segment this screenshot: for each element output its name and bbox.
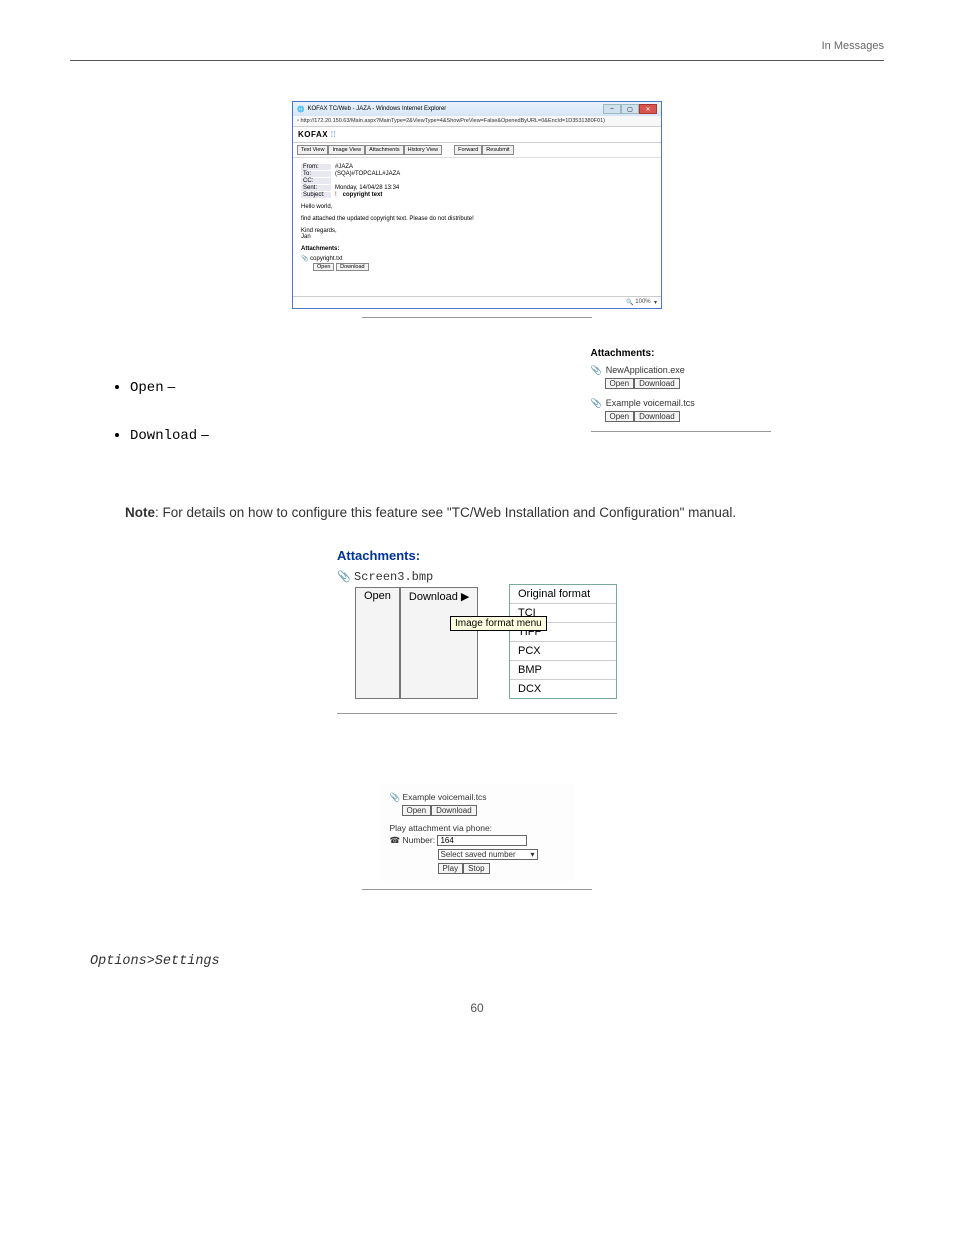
play-button[interactable]: Play: [438, 863, 464, 874]
resubmit-button[interactable]: Resubmit: [482, 145, 513, 155]
priority-icon: !: [335, 192, 337, 198]
download-button[interactable]: Download: [431, 805, 477, 816]
sent-label: Sent:: [301, 185, 331, 191]
tab-history-view[interactable]: History View: [404, 145, 442, 155]
status-bar: 🔍 100% ▾: [293, 296, 661, 308]
format-menu: Original format TCI Image format menu TI…: [509, 584, 617, 699]
settings-path-line: Options>Settings: [90, 950, 884, 972]
paperclip-icon: 📎: [591, 365, 602, 375]
open-button[interactable]: Open: [402, 805, 432, 816]
format-option-original[interactable]: Original format: [510, 585, 616, 604]
open-button[interactable]: Open: [313, 263, 334, 271]
message-line-4: Jan: [301, 234, 653, 240]
number-input[interactable]: [437, 835, 527, 846]
attachments-heading: Attachments:: [301, 246, 653, 252]
forward-button[interactable]: Forward: [454, 145, 482, 155]
download-button[interactable]: Download: [336, 263, 368, 271]
header-section: In Messages: [822, 40, 884, 52]
tab-image-view[interactable]: Image View: [328, 145, 365, 155]
message-line-2: find attached the updated copyright text…: [301, 216, 653, 222]
attachment-exe-name: NewApplication.exe: [606, 365, 685, 375]
list-item-open: Open –: [130, 378, 477, 396]
zoom-icon: 🔍: [626, 299, 633, 306]
download-button[interactable]: Download: [634, 411, 680, 422]
tab-attachments[interactable]: Attachments: [365, 145, 404, 155]
open-button[interactable]: Open: [355, 587, 400, 699]
ie-icon: 🌐: [297, 106, 304, 113]
cc-label: CC:: [301, 178, 331, 184]
page-icon: ▫: [297, 118, 299, 124]
settings-path: Options>Settings: [90, 954, 220, 969]
attachments-heading-3: Attachments:: [337, 548, 617, 563]
subject-value: copyright text: [343, 192, 383, 198]
window-title: KOFAX TC/Web - JAZA - Windows Internet E…: [307, 106, 446, 112]
note-label: Note: [125, 505, 155, 520]
message-line-1: Hello world,: [301, 204, 653, 210]
attachment-tcs-name: Example voicemail.tcs: [606, 398, 695, 408]
voicemail-panel: 📎 Example voicemail.tcs OpenDownload Pla…: [380, 784, 575, 881]
tab-text-view[interactable]: Text View: [297, 145, 328, 155]
format-option-pcx[interactable]: PCX: [510, 642, 616, 661]
from-label: From:: [301, 164, 331, 170]
note-body: : For details on how to configure this f…: [155, 505, 736, 520]
open-button[interactable]: Open: [605, 378, 635, 389]
stop-button[interactable]: Stop: [463, 863, 489, 874]
format-option-bmp[interactable]: BMP: [510, 661, 616, 680]
attachment-bmp-name: Screen3.bmp: [354, 570, 433, 584]
number-label: Number:: [402, 835, 435, 845]
page-number: 60: [70, 1001, 884, 1015]
paperclip-icon: 📎: [301, 256, 308, 262]
play-via-phone-label: Play attachment via phone:: [390, 823, 565, 833]
window-minimize-button[interactable]: –: [603, 104, 621, 114]
voicemail-file-name: Example voicemail.tcs: [402, 792, 486, 802]
phone-icon: ☎: [390, 835, 401, 845]
format-panel: Attachments: 📎 Screen3.bmp Open Download…: [337, 548, 617, 699]
sent-value: Monday, 14/04/28 13:34: [335, 185, 399, 191]
attachments-heading-2: Attachments:: [591, 348, 771, 359]
paperclip-icon: 📎: [390, 792, 401, 802]
address-bar[interactable]: ▫ http://172.20.150.63/Main.aspx?MainTyp…: [293, 116, 661, 127]
arrow-right-icon: ▶: [461, 591, 469, 603]
window-titlebar: 🌐 KOFAX TC/Web - JAZA - Windows Internet…: [293, 102, 661, 116]
paperclip-icon: 📎: [591, 398, 602, 408]
attachment-name: copyright.txt: [310, 256, 342, 262]
from-value: #JAZA: [335, 164, 353, 170]
tooltip: Image format menu: [450, 616, 547, 631]
window-close-button[interactable]: ✕: [639, 104, 657, 114]
format-option-tci[interactable]: TCI Image format menu: [510, 604, 616, 623]
download-button[interactable]: Download: [634, 378, 680, 389]
brand-bar: KOFAX ⁞⁞: [293, 127, 661, 143]
subject-label: Subject:: [301, 192, 331, 198]
saved-number-select[interactable]: Select saved number▾: [438, 849, 538, 860]
header-rule: [70, 60, 884, 61]
to-value: (SQA)#TOPCALL#JAZA: [335, 171, 400, 177]
chevron-down-icon: ▾: [530, 850, 534, 859]
open-button[interactable]: Open: [605, 411, 635, 422]
note-paragraph: Note: For details on how to configure th…: [125, 504, 829, 523]
download-button[interactable]: Download ▶: [400, 587, 478, 699]
zoom-value: 100%: [635, 299, 650, 306]
to-label: To:: [301, 171, 331, 177]
ie-window: 🌐 KOFAX TC/Web - JAZA - Windows Internet…: [292, 101, 662, 309]
list-item-download: Download –: [130, 426, 477, 444]
format-option-dcx[interactable]: DCX: [510, 680, 616, 698]
paperclip-icon: 📎: [337, 571, 351, 583]
window-maximize-button[interactable]: ▢: [621, 104, 639, 114]
action-list: Open – Download –: [130, 378, 477, 444]
attachments-panel: Attachments: 📎NewApplication.exe OpenDow…: [591, 348, 771, 421]
url-text: http://172.20.150.63/Main.aspx?MainType=…: [300, 118, 604, 124]
